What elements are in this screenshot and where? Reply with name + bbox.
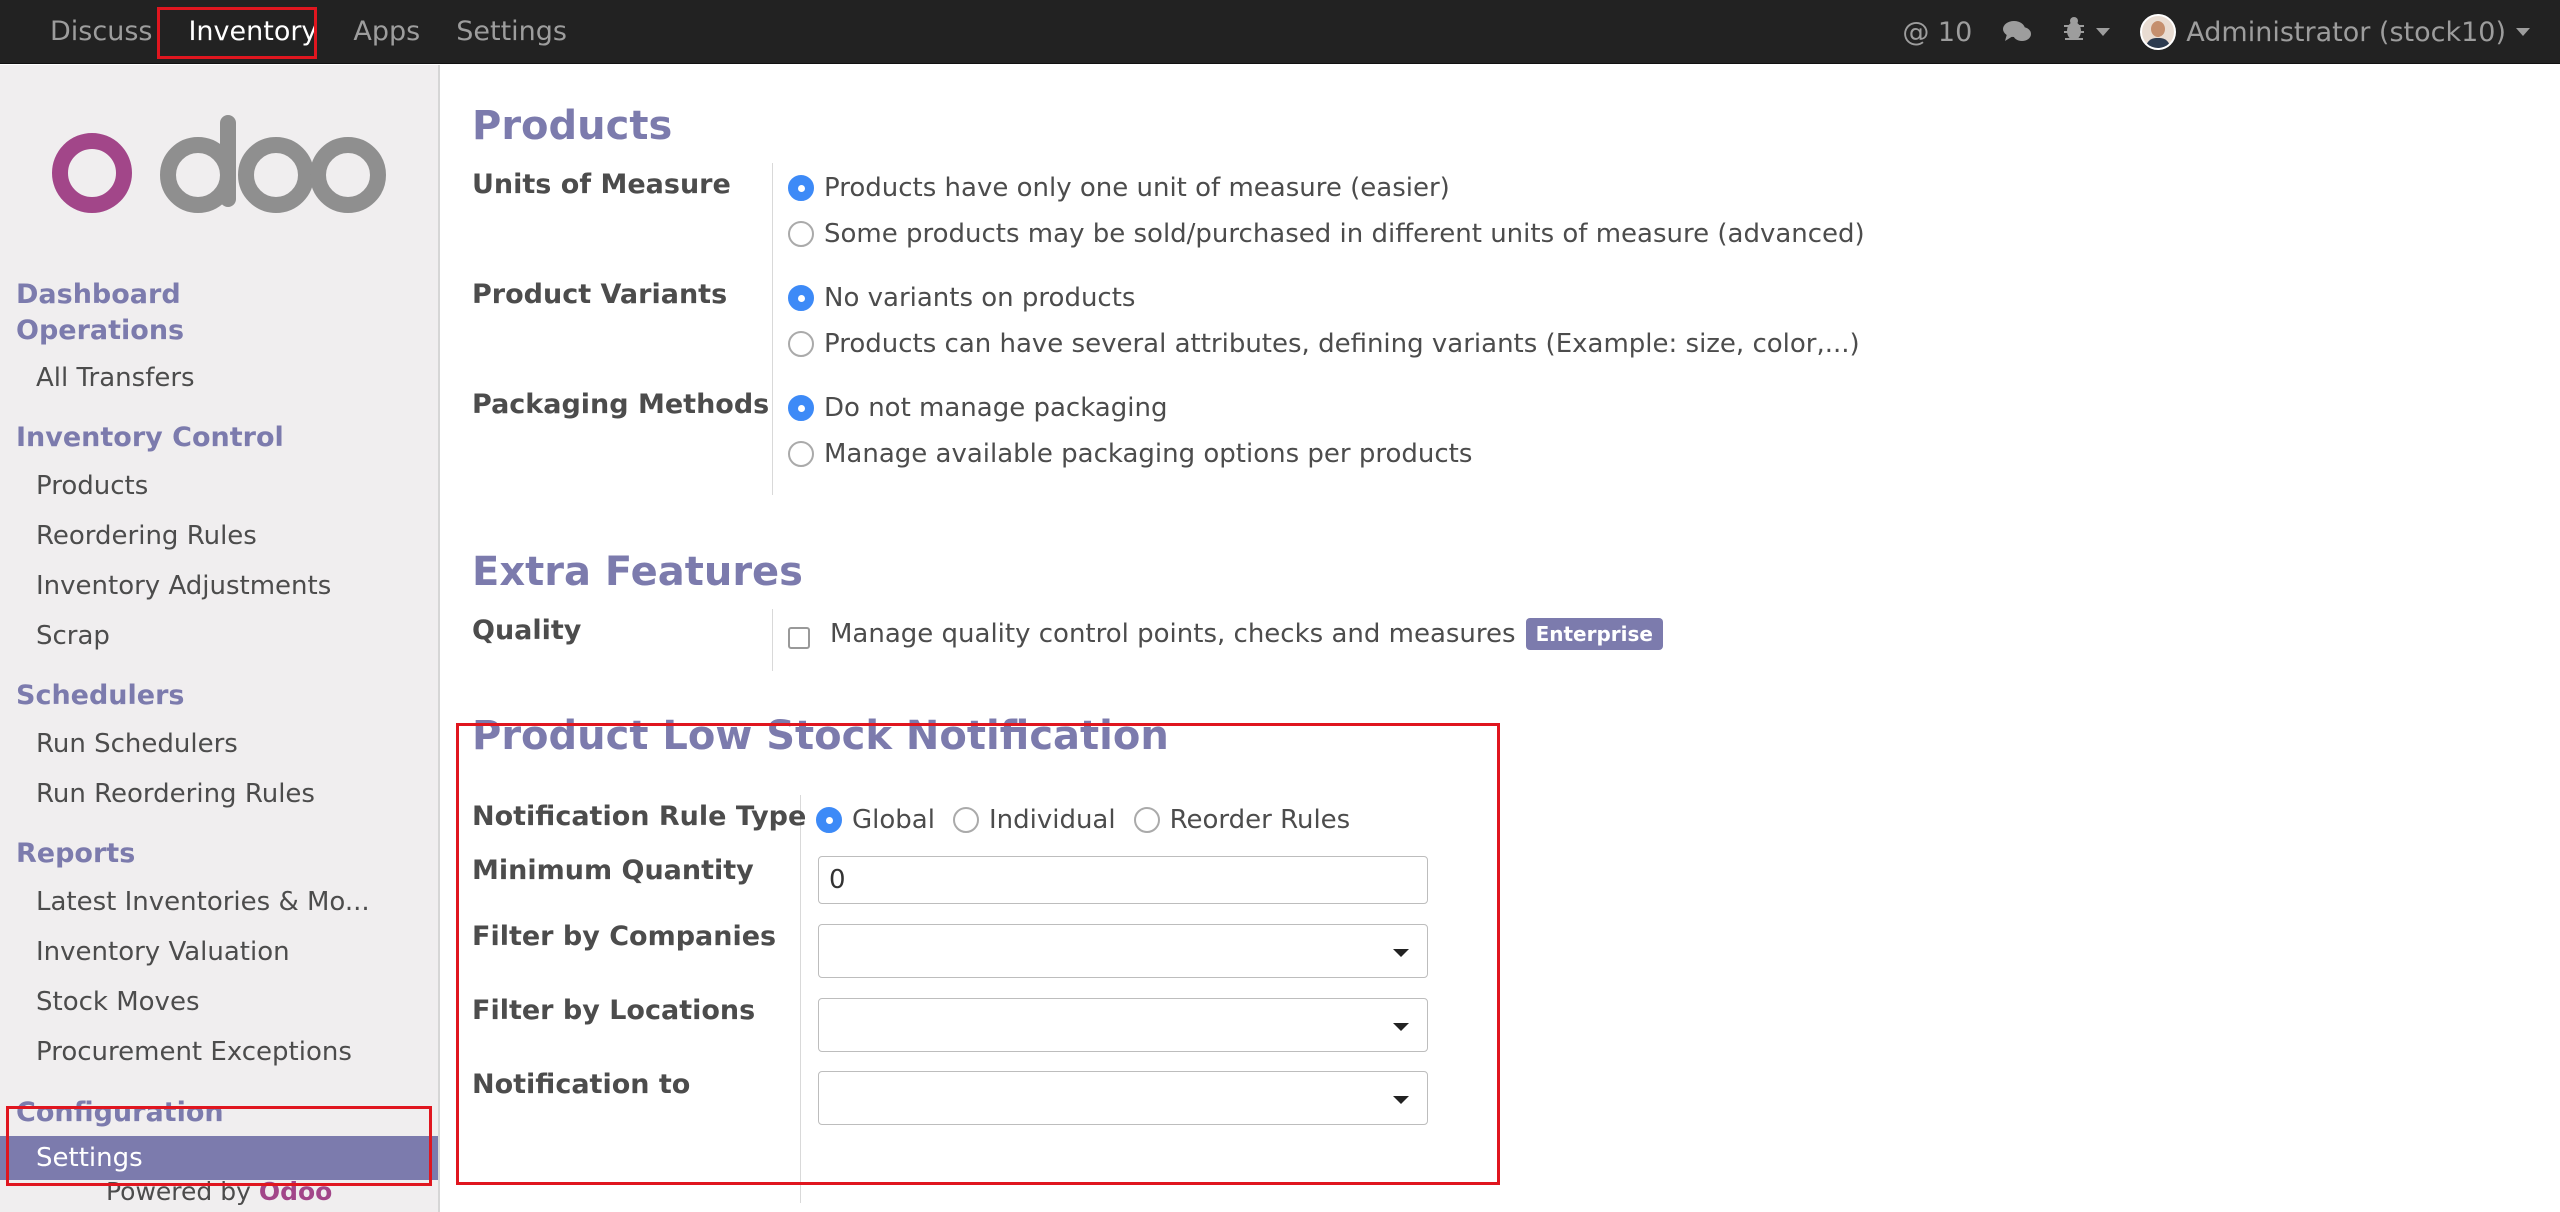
sidebar-section-operations: Operations: [16, 315, 185, 346]
chevron-down-icon: [2096, 28, 2111, 36]
mentions-counter[interactable]: @ 10: [1902, 17, 1972, 48]
radio-button[interactable]: [788, 331, 814, 357]
sidebar-item-run-schedulers[interactable]: Run Schedulers: [36, 729, 238, 759]
chat-icon[interactable]: [2002, 19, 2032, 45]
radio-button[interactable]: [788, 395, 814, 421]
option-label: No variants on products: [824, 283, 1136, 313]
sidebar: Dashboard Operations All Transfers Inven…: [0, 65, 440, 1212]
option-label: Manage available packaging options per p…: [824, 439, 1473, 469]
annotation-box-low-stock: [456, 723, 1500, 1185]
odoo-logo[interactable]: [50, 105, 390, 235]
top-navbar: Discuss Inventory Apps Settings @ 10 Adm…: [0, 0, 2560, 64]
sidebar-item-scrap[interactable]: Scrap: [36, 621, 110, 651]
sidebar-item-inventory-valuation[interactable]: Inventory Valuation: [36, 937, 290, 967]
sidebar-item-run-reordering-rules[interactable]: Run Reordering Rules: [36, 779, 315, 809]
enterprise-badge: Enterprise: [1525, 618, 1663, 650]
sidebar-item-procurement-exceptions[interactable]: Procurement Exceptions: [36, 1037, 352, 1067]
option-label: Products can have several attributes, de…: [824, 329, 1860, 359]
section-title-extra-features: Extra Features: [472, 549, 803, 595]
radio-button[interactable]: [788, 285, 814, 311]
sidebar-section-reports: Reports: [16, 838, 136, 869]
avatar: [2140, 14, 2177, 50]
radio-button[interactable]: [788, 221, 814, 247]
bug-icon: [2062, 16, 2086, 49]
quality-option[interactable]: Manage quality control points, checks an…: [788, 618, 1663, 650]
variants-label: Product Variants: [472, 279, 728, 310]
menu-settings[interactable]: Settings: [438, 0, 585, 64]
sidebar-item-inventory-adjustments[interactable]: Inventory Adjustments: [36, 571, 331, 601]
annotation-box-inventory: [157, 7, 317, 59]
quality-label: Quality: [472, 615, 582, 646]
user-menu[interactable]: Administrator (stock10): [2140, 14, 2530, 50]
user-name: Administrator (stock10): [2186, 16, 2506, 48]
menu-discuss[interactable]: Discuss: [32, 0, 170, 64]
chevron-down-icon: [2516, 28, 2530, 36]
sidebar-item-reordering-rules[interactable]: Reordering Rules: [36, 521, 257, 551]
variants-option-none[interactable]: No variants on products: [788, 283, 1135, 313]
option-label: Some products may be sold/purchased in d…: [824, 219, 1865, 249]
sidebar-item-products[interactable]: Products: [36, 471, 148, 501]
sidebar-section-inventory-control: Inventory Control: [16, 422, 284, 453]
sidebar-item-stock-moves[interactable]: Stock Moves: [36, 987, 200, 1017]
radio-button[interactable]: [788, 441, 814, 467]
sidebar-dashboard[interactable]: Dashboard: [16, 279, 181, 310]
radio-button[interactable]: [788, 175, 814, 201]
debug-menu[interactable]: [2062, 16, 2111, 49]
option-label: Do not manage packaging: [824, 393, 1168, 423]
annotation-box-settings: [6, 1106, 432, 1186]
section-title-products: Products: [472, 103, 673, 149]
checkbox[interactable]: [788, 627, 810, 649]
sidebar-section-schedulers: Schedulers: [16, 680, 185, 711]
divider: [772, 163, 773, 495]
divider: [772, 609, 773, 671]
packaging-option-manage[interactable]: Manage available packaging options per p…: [788, 439, 1472, 469]
option-label: Manage quality control points, checks an…: [830, 619, 1516, 649]
uom-option-single[interactable]: Products have only one unit of measure (…: [788, 173, 1450, 203]
systray: @ 10 Administrator (stock10): [1872, 0, 2530, 64]
variants-option-attributes[interactable]: Products can have several attributes, de…: [788, 329, 1860, 359]
uom-label: Units of Measure: [472, 169, 731, 200]
packaging-label: Packaging Methods: [472, 389, 770, 420]
sidebar-item-all-transfers[interactable]: All Transfers: [36, 363, 195, 393]
sidebar-item-latest-inventories[interactable]: Latest Inventories & Mo...: [36, 887, 370, 917]
menu-apps[interactable]: Apps: [335, 0, 438, 64]
uom-option-multiple[interactable]: Some products may be sold/purchased in d…: [788, 219, 1865, 249]
option-label: Products have only one unit of measure (…: [824, 173, 1450, 203]
packaging-option-none[interactable]: Do not manage packaging: [788, 393, 1167, 423]
